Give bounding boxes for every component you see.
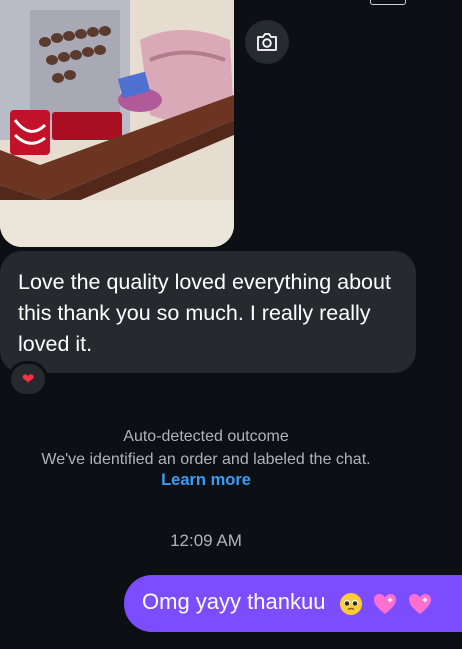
sparkling-heart-emoji-icon [373, 594, 396, 615]
top-edge-element [370, 0, 406, 5]
heart-reaction[interactable]: ❤ [8, 361, 48, 397]
camera-button[interactable] [245, 20, 289, 64]
outgoing-message-text: Omg yayy thankuu [142, 589, 326, 614]
outcome-title: Auto-detected outcome [123, 428, 289, 445]
outcome-description: We've identified an order and labeled th… [41, 451, 371, 468]
shared-photo[interactable] [0, 0, 234, 247]
pleading-face-emoji-icon [339, 593, 362, 616]
sparkling-heart-emoji-icon [408, 594, 431, 615]
camera-icon [257, 33, 277, 51]
heart-icon: ❤ [21, 371, 35, 388]
incoming-message-text: Love the quality loved everything about … [18, 270, 391, 356]
outgoing-message-bubble[interactable]: Omg yayy thankuu [124, 575, 462, 632]
incoming-message-bubble[interactable]: Love the quality loved everything about … [0, 251, 416, 373]
message-timestamp: 12:09 AM [170, 531, 242, 550]
photo-gift-box-image [0, 0, 234, 247]
learn-more-link[interactable]: Learn more [0, 471, 412, 490]
